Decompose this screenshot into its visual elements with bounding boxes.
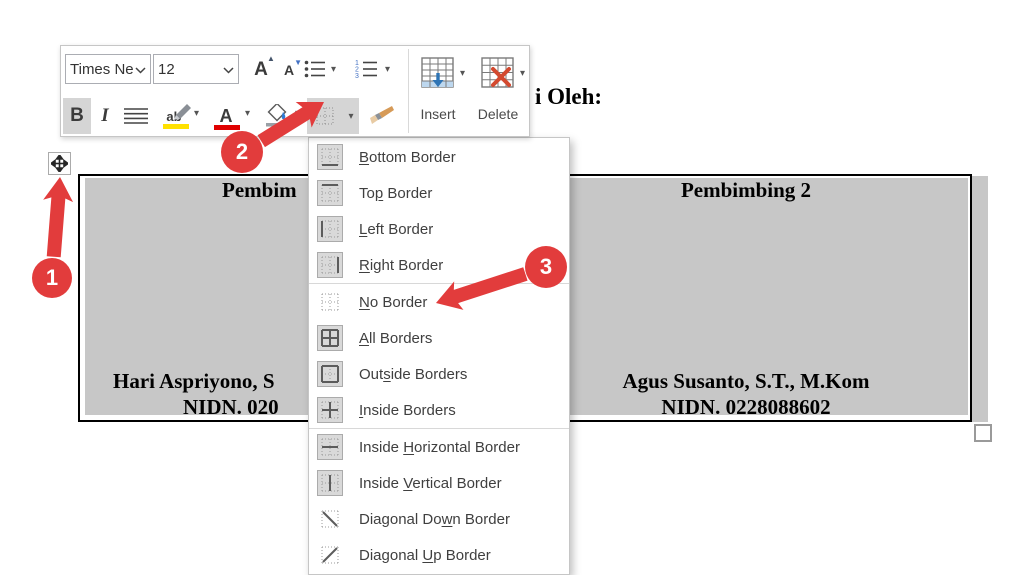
- border-top-icon: [321, 184, 339, 202]
- right-cell-title: Pembimbing 2: [680, 178, 812, 202]
- highlight-color-bar: [163, 123, 190, 129]
- left-cell-title: Pembim: [222, 178, 297, 202]
- chevron-down-icon: [223, 61, 234, 78]
- format-painter-button[interactable]: [364, 98, 400, 134]
- font-color-dropdown-arrow[interactable]: ▾: [245, 108, 250, 119]
- bullets-dropdown-arrow[interactable]: ▾: [331, 64, 336, 75]
- menu-item-diagonal-down-border[interactable]: Diagonal Down Border: [309, 501, 569, 537]
- delete-label: Delete: [477, 106, 519, 122]
- table-right-shading-strip: [972, 176, 988, 422]
- font-size-combo[interactable]: 12: [153, 54, 239, 84]
- shading-button[interactable]: [259, 98, 293, 134]
- insert-rows-icon: [421, 57, 454, 88]
- caret-down-icon: ▾: [348, 110, 354, 122]
- italic-button[interactable]: I: [94, 98, 116, 134]
- border-left-icon: [321, 220, 339, 238]
- border-outside-icon: [321, 365, 339, 383]
- menu-item-diagonal-up-border[interactable]: Diagonal Up Border: [309, 537, 569, 573]
- mini-toolbar: Times Ne 12 A ▲ A ▼ ▾ 123 ▾ B I ab ▾ A ▾…: [60, 45, 530, 137]
- text-highlight-button[interactable]: ab: [156, 98, 192, 134]
- font-name-value: Times Ne: [70, 60, 134, 78]
- borders-grid-icon: [316, 107, 334, 125]
- bullet-list-icon: [304, 60, 325, 78]
- font-size-value: 12: [158, 60, 175, 78]
- callout-circle-2: 2: [221, 131, 263, 173]
- delete-dropdown-arrow[interactable]: ▾: [520, 68, 525, 79]
- menu-item-no-border[interactable]: No Border: [309, 283, 569, 320]
- svg-text:2: 2: [236, 139, 248, 164]
- border-bottom-icon: [321, 148, 339, 166]
- svg-text:3: 3: [355, 73, 359, 79]
- paint-bucket-icon: [266, 104, 287, 127]
- right-cell-name: Agus Susanto, S.T., M.Kom: [622, 369, 870, 393]
- callout-circle-1: 1: [32, 258, 72, 298]
- font-color-label: A: [219, 106, 233, 126]
- shading-dropdown-arrow[interactable]: ▾: [295, 108, 300, 119]
- menu-item-left-border[interactable]: Left Border: [309, 211, 569, 247]
- border-right-icon: [321, 256, 339, 274]
- move-cross-icon: [51, 155, 68, 172]
- numbered-list-icon: 123: [355, 60, 377, 79]
- border-all-icon: [321, 329, 339, 347]
- right-cell-nidn: NIDN. 0228088602: [661, 395, 831, 419]
- caret-up-icon: ▲: [266, 53, 275, 63]
- bold-button[interactable]: B: [63, 98, 91, 134]
- borders-button[interactable]: [307, 98, 343, 134]
- menu-item-inside-vertical-border[interactable]: Inside Vertical Border: [309, 465, 569, 501]
- bullets-button[interactable]: [301, 54, 329, 84]
- left-cell-name: Hari Aspriyono, S: [113, 369, 275, 393]
- menu-item-all-borders[interactable]: All Borders: [309, 320, 569, 356]
- border-diag-up-icon: [321, 546, 339, 564]
- delete-table-button[interactable]: [479, 54, 517, 92]
- border-inside-v-icon: [321, 474, 339, 492]
- border-inside-h-icon: [321, 438, 339, 456]
- menu-item-inside-borders[interactable]: Inside Borders: [309, 392, 569, 428]
- insert-dropdown-arrow[interactable]: ▾: [460, 68, 465, 79]
- border-diag-down-icon: [321, 510, 339, 528]
- font-color-bar: [213, 125, 240, 130]
- insert-table-button[interactable]: [419, 54, 457, 92]
- border-inside-icon: [321, 401, 339, 419]
- insert-label: Insert: [420, 106, 456, 122]
- numbering-button[interactable]: 123: [351, 54, 381, 84]
- format-painter-brush-icon: [370, 106, 394, 124]
- chevron-down-icon: [135, 61, 146, 78]
- menu-item-inside-horizontal-border[interactable]: Inside Horizontal Border: [309, 428, 569, 465]
- table-resize-handle[interactable]: [974, 424, 992, 442]
- document-heading-fragment: i Oleh:: [535, 84, 603, 109]
- left-cell-nidn: NIDN. 020: [183, 395, 279, 419]
- highlighter-pen-icon: [174, 103, 192, 119]
- border-none-icon: [321, 293, 339, 311]
- borders-dropdown-menu: Bottom Border Top Border Left Border Rig…: [308, 137, 570, 575]
- shrink-font-button[interactable]: A ▼: [275, 56, 303, 84]
- menu-item-outside-borders[interactable]: Outside Borders: [309, 356, 569, 392]
- justify-icon: [124, 108, 148, 124]
- svg-text:1: 1: [46, 265, 58, 290]
- numbering-dropdown-arrow[interactable]: ▾: [385, 64, 390, 75]
- italic-label: I: [101, 105, 109, 126]
- delete-table-icon: [481, 57, 514, 88]
- highlight-dropdown-arrow[interactable]: ▾: [194, 108, 199, 119]
- menu-item-bottom-border[interactable]: Bottom Border: [309, 139, 569, 175]
- bold-label: B: [70, 105, 84, 126]
- font-name-combo[interactable]: Times Ne: [65, 54, 151, 84]
- table-move-handle[interactable]: [48, 152, 71, 175]
- callout-arrow-1: [43, 177, 74, 258]
- font-color-button[interactable]: A: [209, 98, 243, 134]
- grow-font-button[interactable]: A ▲: [246, 54, 276, 84]
- borders-dropdown-arrow[interactable]: ▾: [343, 98, 359, 134]
- menu-item-top-border[interactable]: Top Border: [309, 175, 569, 211]
- menu-item-right-border[interactable]: Right Border: [309, 247, 569, 283]
- justify-button[interactable]: [120, 98, 152, 134]
- toolbar-separator: [408, 49, 409, 133]
